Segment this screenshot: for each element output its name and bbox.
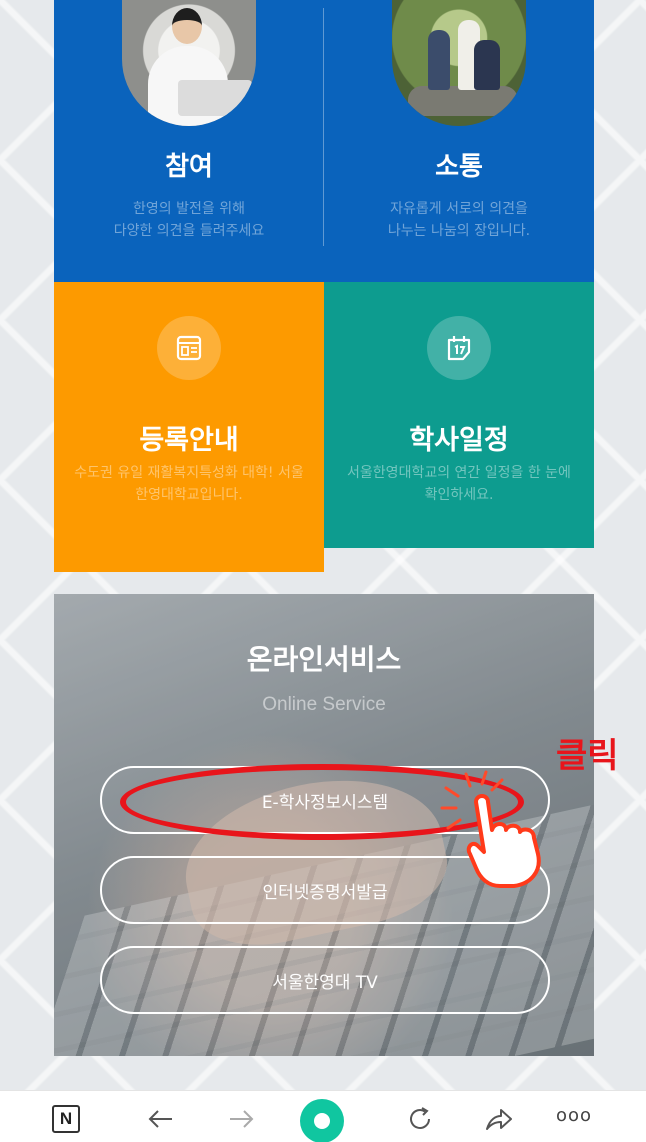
refresh-icon[interactable] [406, 1105, 436, 1133]
online-service-title: 온라인서비스 [246, 643, 402, 676]
schedule-title: 학사일정 [409, 425, 509, 456]
communication-desc-line1: 자유롭게 서로의 의견을 [390, 201, 528, 217]
schedule-tile[interactable]: 학사일정 서울한영대학교의 연간 일정을 한 눈에 확인하세요. [324, 282, 594, 548]
back-arrow-icon[interactable] [146, 1105, 176, 1133]
participation-title: 참여 [165, 152, 213, 182]
share-icon[interactable] [484, 1105, 514, 1133]
calendar-icon [427, 316, 491, 380]
registration-document-icon [157, 316, 221, 380]
blue-tile-row: 참여 한영의 발전을 위해 다양한 의견을 들려주세요 소통 자유롭게 서로의 … [54, 0, 594, 282]
registration-title: 등록안내 [139, 425, 239, 456]
online-service-subtitle: Online Service [262, 694, 386, 715]
more-options-icon[interactable]: ooo [556, 1105, 592, 1133]
participation-tile[interactable]: 참여 한영의 발전을 위해 다양한 의견을 들려주세요 [54, 0, 324, 282]
communication-desc-line2: 나누는 나눔의 장입니다. [387, 223, 531, 239]
communication-title: 소통 [435, 152, 483, 182]
hanyoung-tv-button[interactable]: 서울한영대 TV [100, 946, 550, 1014]
participation-desc-line2: 다양한 의견을 들려주세요 [113, 223, 265, 239]
participation-desc-line1: 한영의 발전을 위해 [133, 201, 245, 217]
communication-desc: 자유롭게 서로의 의견을 나누는 나눔의 장입니다. [324, 198, 594, 242]
student-with-laptop-photo [122, 0, 256, 126]
students-outdoors-photo [392, 0, 526, 126]
registration-tile[interactable]: 등록안내 수도권 유일 재활복지특성화 대학! 서울한영대학교입니다. [54, 282, 324, 572]
communication-tile[interactable]: 소통 자유롭게 서로의 의견을 나누는 나눔의 장입니다. [324, 0, 594, 282]
registration-desc: 수도권 유일 재활복지특성화 대학! 서울한영대학교입니다. [74, 465, 304, 503]
forward-arrow-icon[interactable] [226, 1105, 256, 1133]
participation-desc: 한영의 발전을 위해 다양한 의견을 들려주세요 [54, 198, 324, 242]
browser-toolbar: N ooo [0, 1090, 646, 1142]
pointing-hand-icon [440, 770, 541, 888]
schedule-desc: 서울한영대학교의 연간 일정을 한 눈에 확인하세요. [347, 465, 571, 503]
naver-n-button[interactable]: N [52, 1105, 80, 1133]
home-green-dot-icon[interactable] [300, 1099, 344, 1142]
